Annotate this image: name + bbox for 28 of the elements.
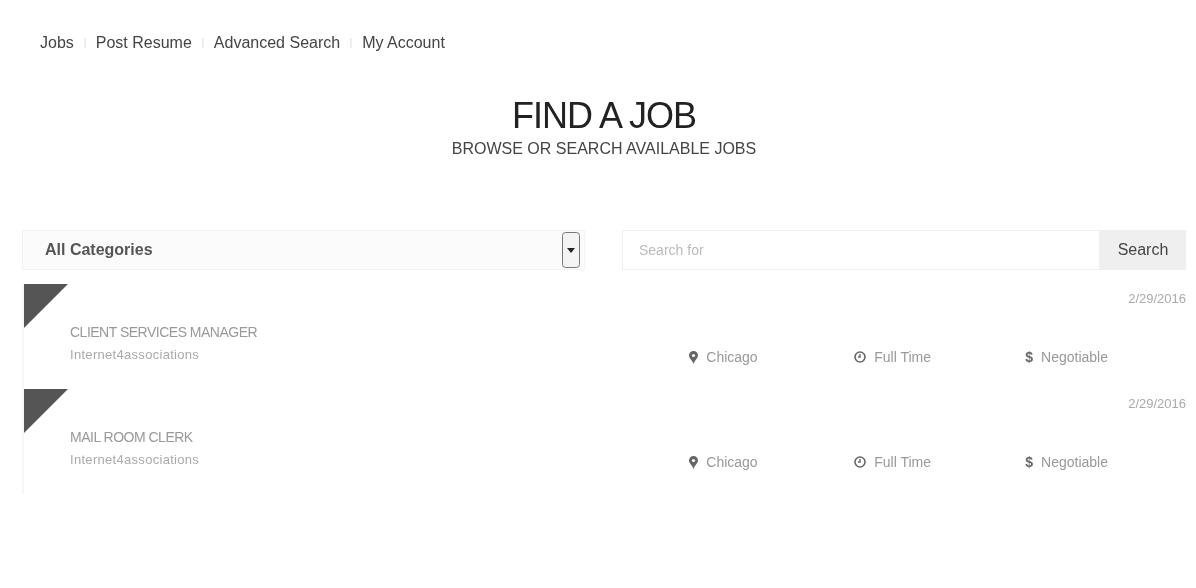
company-name: Internet4associations xyxy=(70,347,201,362)
job-salary: Negotiable xyxy=(1041,454,1108,470)
dollar-icon: $ xyxy=(1025,349,1034,365)
job-date: 2/29/2016 xyxy=(1128,291,1186,306)
job-location: Chicago xyxy=(706,349,758,365)
corner-triangle-icon xyxy=(24,389,68,433)
page-title: FIND A JOB xyxy=(510,96,697,136)
clock-icon xyxy=(854,456,867,468)
corner-triangle-icon xyxy=(24,284,68,328)
nav-link[interactable]: My Account xyxy=(362,34,445,52)
job-location: Chicago xyxy=(706,454,758,470)
job-date: 2/29/2016 xyxy=(1128,396,1186,411)
job-type: Full Time xyxy=(874,349,932,365)
location-pin-icon xyxy=(689,455,699,469)
search-field[interactable]: Search for xyxy=(622,230,1100,270)
location-pin-icon xyxy=(689,350,699,364)
clock-icon xyxy=(854,351,867,363)
company-name: Internet4associations xyxy=(70,452,200,467)
search-button[interactable]: Search xyxy=(1100,230,1186,270)
job-type: Full Time xyxy=(874,454,932,470)
dollar-icon: $ xyxy=(1025,454,1034,470)
page-subtitle: BROWSE OR SEARCH AVAILABLE JOBS xyxy=(450,140,758,158)
nav-link[interactable]: Post Resume xyxy=(95,34,192,52)
category-select[interactable]: All Categories xyxy=(22,230,585,270)
nav-link[interactable]: Jobs xyxy=(40,34,74,52)
nav-link[interactable]: Advanced Search xyxy=(213,34,341,52)
dropdown-icon xyxy=(562,232,580,268)
job-salary: Negotiable xyxy=(1041,349,1108,365)
